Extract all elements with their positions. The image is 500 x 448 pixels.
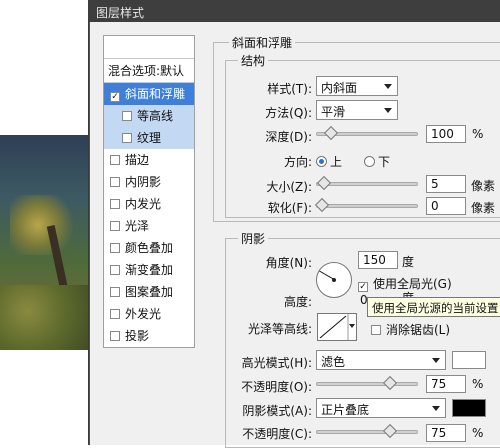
- radio-checked-icon: [316, 156, 327, 167]
- checkbox-icon[interactable]: [110, 155, 120, 165]
- size-label: 大小(Z):: [266, 180, 312, 194]
- shadow-mode-label: 阴影模式(A):: [242, 404, 312, 418]
- shadow-opacity-slider[interactable]: [316, 423, 418, 439]
- angle-dial[interactable]: [316, 262, 352, 298]
- style-item[interactable]: 光泽: [104, 215, 194, 237]
- checkbox-icon[interactable]: [110, 287, 120, 297]
- soften-slider[interactable]: [314, 197, 418, 213]
- soften-unit: 像素: [471, 201, 496, 215]
- angle-label: 角度(N):: [265, 256, 312, 270]
- shadow-opacity-input[interactable]: 75: [426, 424, 466, 442]
- style-item[interactable]: 等高线: [104, 105, 194, 127]
- checkbox-icon[interactable]: [110, 243, 120, 253]
- style-items: ✓ 斜面和浮雕等高线纹理描边内阴影内发光光泽颜色叠加渐变叠加图案叠加外发光投影: [104, 83, 194, 347]
- checkbox-icon: ✓: [358, 282, 368, 292]
- shadow-color-swatch[interactable]: [452, 399, 486, 417]
- style-item[interactable]: 外发光: [104, 303, 194, 325]
- direction-label: 方向:: [283, 155, 312, 169]
- checkbox-icon[interactable]: [110, 331, 120, 341]
- highlight-opacity-slider[interactable]: [316, 375, 418, 391]
- size-slider[interactable]: [316, 175, 418, 191]
- tooltip: 使用全局光源的当前设置: [367, 297, 500, 317]
- checkbox-icon: [371, 325, 381, 335]
- checkbox-icon[interactable]: [110, 199, 120, 209]
- depth-label: 深度(D):: [265, 130, 312, 144]
- style-item-label: 图案叠加: [125, 285, 174, 299]
- highlight-mode-label: 高光模式(H):: [241, 356, 312, 370]
- gloss-contour-picker[interactable]: [317, 313, 357, 341]
- highlight-mode-select[interactable]: 滤色: [316, 350, 446, 370]
- style-item[interactable]: 图案叠加: [104, 281, 194, 303]
- checkbox-icon[interactable]: [110, 177, 120, 187]
- highlight-color-swatch[interactable]: [452, 351, 486, 369]
- checkbox-icon[interactable]: [110, 221, 120, 231]
- dialog-title[interactable]: 图层样式: [88, 0, 500, 22]
- bevel-title: 斜面和浮雕: [229, 34, 296, 51]
- angle-input[interactable]: 150: [358, 251, 398, 269]
- style-item-label: 渐变叠加: [125, 263, 174, 277]
- highlight-opacity-unit: %: [472, 377, 484, 391]
- style-item-label: 纹理: [137, 131, 162, 145]
- size-unit: 像素: [471, 179, 496, 193]
- style-item[interactable]: 描边: [104, 149, 194, 171]
- chevron-down-icon: [432, 358, 440, 363]
- chevron-down-icon: [384, 108, 392, 113]
- direction-up-radio[interactable]: 上: [316, 153, 342, 170]
- style-item-label: 内发光: [125, 197, 162, 211]
- style-item-label: 斜面和浮雕: [125, 87, 186, 101]
- style-select[interactable]: 内斜面: [316, 76, 398, 96]
- style-item-label: 颜色叠加: [125, 241, 174, 255]
- style-item-label: 内阴影: [125, 175, 162, 189]
- checkbox-icon[interactable]: [122, 133, 132, 143]
- style-label: 样式(T):: [267, 82, 312, 96]
- style-item-label: 投影: [125, 329, 150, 343]
- background-photo: [0, 135, 92, 350]
- checkbox-icon[interactable]: [122, 111, 132, 121]
- style-item[interactable]: 纹理: [104, 127, 194, 149]
- altitude-label: 高度:: [283, 295, 312, 309]
- depth-unit: %: [472, 127, 484, 141]
- antialias-checkbox[interactable]: 消除锯齿(L): [371, 321, 450, 338]
- depth-input[interactable]: 100: [426, 125, 466, 143]
- highlight-opacity-label: 不透明度(O):: [241, 380, 312, 394]
- contour-curve-icon: [319, 314, 355, 340]
- checkbox-icon[interactable]: [110, 265, 120, 275]
- depth-slider[interactable]: [316, 125, 418, 141]
- technique-label: 方法(Q):: [265, 106, 312, 120]
- style-item-label: 光泽: [125, 219, 150, 233]
- checkbox-icon[interactable]: ✓: [110, 92, 120, 102]
- structure-title: 结构: [238, 52, 269, 69]
- style-item[interactable]: 内发光: [104, 193, 194, 215]
- style-item[interactable]: 内阴影: [104, 171, 194, 193]
- shading-title: 阴影: [238, 230, 269, 247]
- style-item[interactable]: 颜色叠加: [104, 237, 194, 259]
- highlight-opacity-input[interactable]: 75: [426, 375, 466, 393]
- style-item[interactable]: 投影: [104, 325, 194, 347]
- style-item-label: 描边: [125, 153, 150, 167]
- shadow-opacity-unit: %: [472, 426, 484, 440]
- technique-select[interactable]: 平滑: [316, 100, 398, 120]
- soften-label: 软化(F):: [267, 201, 312, 215]
- checkbox-icon[interactable]: [110, 309, 120, 319]
- direction-down-radio[interactable]: 下: [364, 153, 390, 170]
- radio-unchecked-icon: [364, 156, 375, 167]
- gloss-contour-label: 光泽等高线:: [247, 322, 312, 336]
- style-item[interactable]: ✓ 斜面和浮雕: [104, 83, 194, 105]
- blend-options-item[interactable]: 混合选项:默认: [108, 62, 184, 79]
- soften-input[interactable]: 0: [426, 197, 466, 215]
- size-input[interactable]: 5: [426, 175, 466, 193]
- shadow-mode-select[interactable]: 正片叠底: [316, 398, 446, 418]
- shadow-opacity-label: 不透明度(C):: [242, 427, 312, 441]
- style-item-label: 外发光: [125, 307, 162, 321]
- chevron-down-icon: [384, 84, 392, 89]
- angle-unit: 度: [402, 255, 415, 269]
- style-item-label: 等高线: [137, 109, 174, 123]
- chevron-down-icon: [432, 406, 440, 411]
- style-item[interactable]: 渐变叠加: [104, 259, 194, 281]
